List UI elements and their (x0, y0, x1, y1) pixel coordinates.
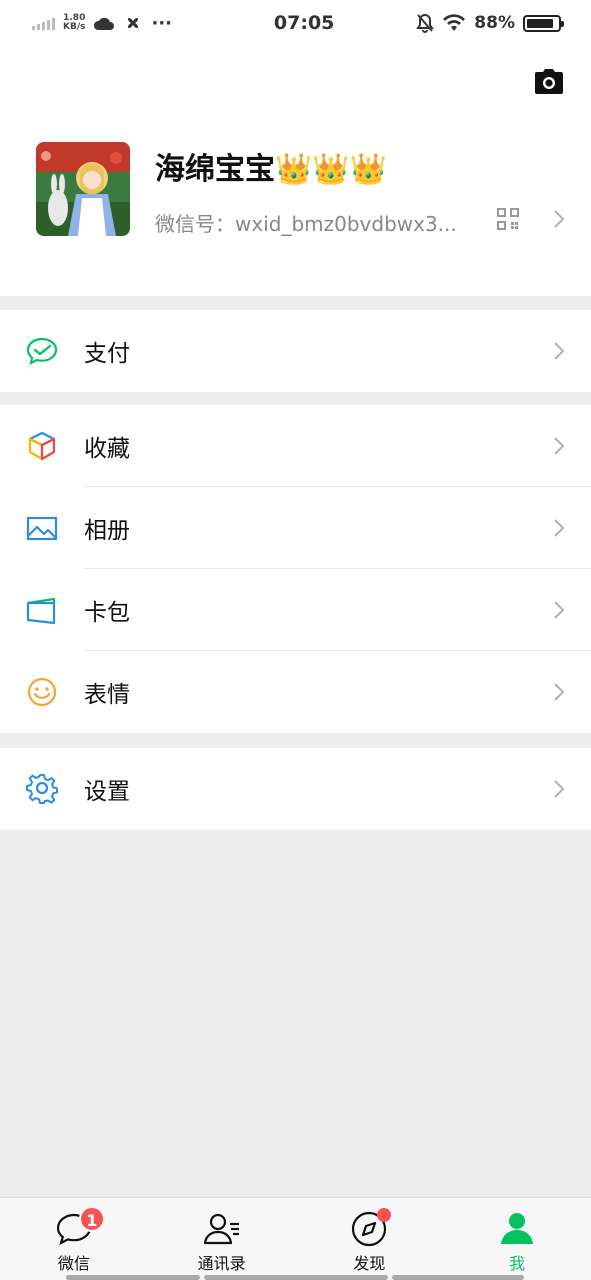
nickname: 海绵宝宝👑👑👑 (155, 152, 388, 187)
avatar-image (36, 142, 130, 236)
camera-icon (535, 69, 563, 94)
smiley-icon (27, 677, 57, 707)
tab-contacts[interactable]: 通讯录 (148, 1198, 296, 1280)
tab-label-discover: 发现 (353, 1254, 386, 1273)
settings-group: 设置 (0, 748, 591, 830)
fan-icon (128, 17, 139, 29)
tab-label-contacts: 通讯录 (197, 1254, 246, 1273)
menu-item-stickers[interactable]: 表情 (0, 651, 591, 733)
notification-dot (377, 1208, 392, 1222)
tab-bar: 1 微信 通讯录 发现 我 (0, 1197, 591, 1280)
tab-label-chats: 微信 (57, 1254, 90, 1273)
home-indicator-segment (66, 1275, 200, 1280)
tab-label-me: 我 (509, 1254, 526, 1273)
status-right: 88% (416, 13, 564, 33)
chevron-right-icon (553, 341, 565, 361)
contacts-icon (203, 1213, 239, 1245)
cube-icon (28, 431, 56, 461)
menu-label-cards: 卡包 (84, 600, 130, 626)
pay-group: 支付 (0, 310, 591, 392)
tab-discover[interactable]: 发现 (296, 1198, 444, 1280)
qr-code-icon[interactable] (497, 208, 519, 230)
menu-item-pay[interactable]: 支付 (0, 310, 591, 392)
tab-chats[interactable]: 1 微信 (0, 1198, 148, 1280)
profile-header[interactable]: 海绵宝宝👑👑👑 微信号：wxid_bmz0bvdbwx3... (0, 46, 591, 296)
cloud-icon (94, 17, 115, 30)
menu-item-favorites[interactable]: 收藏 (0, 405, 591, 487)
menu-item-album[interactable]: 相册 (0, 487, 591, 569)
person-icon (501, 1213, 534, 1244)
tab-me[interactable]: 我 (443, 1198, 591, 1280)
battery-icon (523, 14, 564, 32)
chevron-right-icon (553, 779, 565, 799)
menu-label-pay: 支付 (84, 341, 130, 367)
menu-label-album: 相册 (84, 518, 130, 544)
menu-label-stickers: 表情 (84, 682, 130, 708)
battery-level (527, 18, 554, 28)
home-indicator-segment (204, 1275, 388, 1280)
menu-item-cards[interactable]: 卡包 (0, 569, 591, 651)
status-left: 1.80 KB/s ··· (32, 13, 232, 34)
battery-percent: 88% (474, 13, 515, 33)
net-speed-unit: KB/s (63, 22, 86, 32)
chevron-right-icon (553, 600, 565, 620)
home-indicator-segment (392, 1275, 524, 1280)
signal-icon (32, 16, 55, 30)
card-wallet-icon (26, 597, 56, 625)
chevron-right-icon (553, 682, 565, 702)
unread-badge: 1 (78, 1206, 105, 1232)
menu-item-settings[interactable]: 设置 (0, 748, 591, 830)
chevron-right-icon (553, 518, 565, 538)
menu-label-settings: 设置 (84, 779, 130, 805)
picture-icon (26, 516, 58, 541)
chevron-right-icon (553, 209, 565, 229)
status-bar: 1.80 KB/s ··· 07:05 88% (0, 0, 591, 46)
camera-button[interactable] (533, 68, 565, 96)
tools-group: 收藏 相册 卡包 表情 (0, 405, 591, 733)
net-speed: 1.80 KB/s (63, 14, 85, 32)
chevron-right-icon (553, 436, 565, 456)
menu-label-favorites: 收藏 (84, 436, 130, 462)
clock: 07:05 (273, 12, 335, 34)
wifi-icon (443, 14, 466, 31)
gear-icon (26, 774, 58, 804)
wechat-id: 微信号：wxid_bmz0bvdbwx3... (155, 212, 457, 236)
avatar[interactable] (36, 142, 130, 236)
more-status-icon: ··· (151, 12, 172, 34)
wallet-check-icon (26, 337, 58, 365)
bell-muted-icon (416, 13, 435, 33)
